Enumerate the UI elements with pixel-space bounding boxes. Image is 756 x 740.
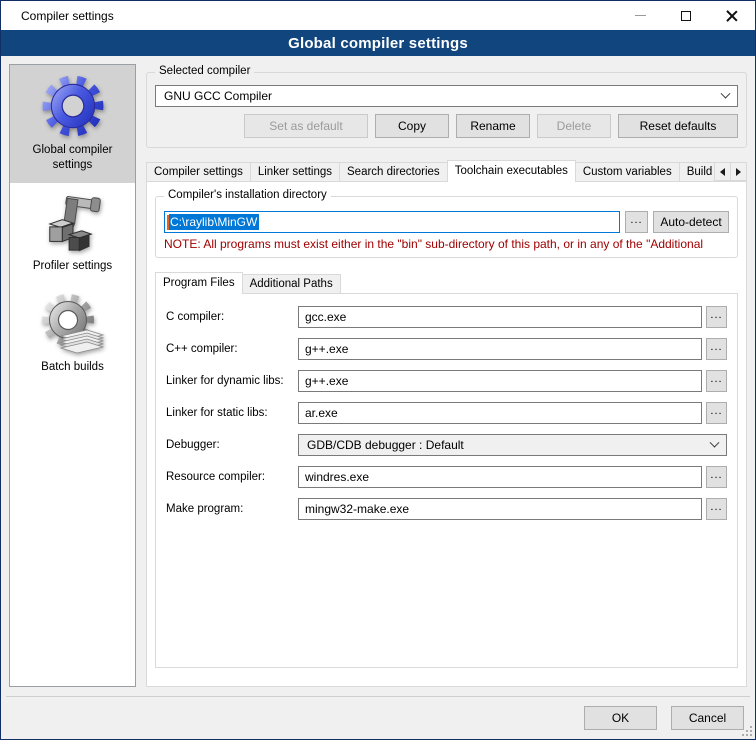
field-row-make-program: Make program: mingw32-make.exe ...	[166, 498, 727, 520]
chevron-down-icon	[721, 88, 731, 98]
close-button[interactable]	[709, 1, 755, 30]
debugger-label: Debugger:	[166, 439, 298, 451]
tab-toolchain-executables[interactable]: Toolchain executables	[447, 160, 576, 182]
field-row-c-compiler: C compiler: gcc.exe ...	[166, 306, 727, 328]
tab-linker-settings[interactable]: Linker settings	[250, 162, 340, 181]
subtab-program-files[interactable]: Program Files	[155, 272, 243, 294]
installation-directory-value: C:\raylib\MinGW	[169, 214, 259, 230]
banner-title: Global compiler settings	[288, 35, 468, 52]
window-controls	[617, 1, 755, 30]
auto-detect-button[interactable]: Auto-detect	[653, 211, 729, 233]
ok-button[interactable]: OK	[584, 706, 657, 730]
resource-compiler-label: Resource compiler:	[166, 471, 298, 483]
linker-static-label: Linker for static libs:	[166, 407, 298, 419]
linker-dynamic-label: Linker for dynamic libs:	[166, 375, 298, 387]
dialog-body: Global compiler settings	[1, 56, 755, 696]
arrow-left-icon	[720, 168, 725, 176]
linker-static-browse-button[interactable]: ...	[706, 402, 727, 424]
bin-subdirectory-note: NOTE: All programs must exist either in …	[164, 237, 729, 251]
field-row-linker-dynamic: Linker for dynamic libs: g++.exe ...	[166, 370, 727, 392]
linker-static-input[interactable]: ar.exe	[298, 402, 702, 424]
toolchain-executables-page: Compiler's installation directory C:\ray…	[146, 181, 747, 687]
linker-dynamic-browse-button[interactable]: ...	[706, 370, 727, 392]
selected-compiler-value: GNU GCC Compiler	[164, 89, 722, 103]
dialog-banner: Global compiler settings	[1, 30, 755, 56]
debugger-dropdown[interactable]: GDB/CDB debugger : Default	[298, 434, 727, 456]
installation-directory-group: Compiler's installation directory C:\ray…	[155, 196, 738, 258]
sidebar-item-batch-builds[interactable]: Batch builds	[10, 284, 135, 385]
resource-compiler-input[interactable]: windres.exe	[298, 466, 702, 488]
installation-directory-group-label: Compiler's installation directory	[164, 189, 331, 201]
close-icon	[726, 10, 738, 22]
debugger-value: GDB/CDB debugger : Default	[307, 438, 711, 452]
linker-dynamic-input[interactable]: g++.exe	[298, 370, 702, 392]
selected-compiler-dropdown[interactable]: GNU GCC Compiler	[155, 85, 738, 107]
field-row-debugger: Debugger: GDB/CDB debugger : Default	[166, 434, 727, 456]
cpp-compiler-input[interactable]: g++.exe	[298, 338, 702, 360]
resource-compiler-browse-button[interactable]: ...	[706, 466, 727, 488]
make-program-label: Make program:	[166, 503, 298, 515]
chevron-down-icon	[710, 437, 720, 447]
cpp-compiler-browse-button[interactable]: ...	[706, 338, 727, 360]
set-as-default-button[interactable]: Set as default	[244, 114, 368, 138]
program-files-tab-strip: Program Files Additional Paths	[155, 272, 738, 293]
window-title: Compiler settings	[21, 9, 114, 23]
selected-compiler-group: Selected compiler GNU GCC Compiler Set a…	[146, 72, 747, 148]
field-row-cpp-compiler: C++ compiler: g++.exe ...	[166, 338, 727, 360]
reset-defaults-button[interactable]: Reset defaults	[618, 114, 738, 138]
compiler-button-row: Set as default Copy Rename Delete Reset …	[155, 114, 738, 138]
subtab-additional-paths[interactable]: Additional Paths	[242, 274, 341, 293]
minimize-icon	[635, 15, 646, 16]
c-compiler-browse-button[interactable]: ...	[706, 306, 727, 328]
installation-directory-input[interactable]: C:\raylib\MinGW	[164, 211, 620, 233]
main-panel: Selected compiler GNU GCC Compiler Set a…	[146, 64, 747, 687]
make-program-browse-button[interactable]: ...	[706, 498, 727, 520]
rename-button[interactable]: Rename	[456, 114, 530, 138]
delete-button[interactable]: Delete	[537, 114, 611, 138]
compiler-settings-dialog: Compiler settings Global compiler settin…	[0, 0, 756, 740]
sidebar-item-label: Global compiler settings	[13, 143, 132, 173]
titlebar[interactable]: Compiler settings	[1, 1, 755, 30]
dialog-footer: OK Cancel	[1, 697, 755, 739]
gray-gear-stack-icon	[41, 292, 105, 356]
sidebar-item-label: Profiler settings	[33, 259, 112, 274]
tab-compiler-settings[interactable]: Compiler settings	[146, 162, 251, 181]
tab-scroll-left-button[interactable]	[714, 162, 731, 181]
arrow-right-icon	[736, 168, 741, 176]
tab-scroll-right-button[interactable]	[730, 162, 747, 181]
settings-category-list: Global compiler settings	[9, 64, 136, 687]
resize-grip[interactable]	[741, 725, 753, 737]
tab-search-directories[interactable]: Search directories	[339, 162, 448, 181]
program-files-page: C compiler: gcc.exe ... C++ compiler: g+…	[155, 293, 738, 668]
sidebar-item-label: Batch builds	[41, 360, 104, 375]
field-row-resource-compiler: Resource compiler: windres.exe ...	[166, 466, 727, 488]
maximize-button[interactable]	[663, 1, 709, 30]
minimize-button[interactable]	[617, 1, 663, 30]
maximize-icon	[681, 11, 691, 21]
blue-gear-icon	[40, 73, 106, 139]
installation-directory-browse-button[interactable]: ...	[625, 211, 648, 233]
caliper-icon	[42, 191, 104, 255]
cancel-button[interactable]: Cancel	[671, 706, 744, 730]
c-compiler-input[interactable]: gcc.exe	[298, 306, 702, 328]
make-program-input[interactable]: mingw32-make.exe	[298, 498, 702, 520]
c-compiler-label: C compiler:	[166, 311, 298, 323]
sidebar-item-profiler-settings[interactable]: Profiler settings	[10, 183, 135, 284]
cpp-compiler-label: C++ compiler:	[166, 343, 298, 355]
sidebar-item-global-compiler-settings[interactable]: Global compiler settings	[10, 65, 135, 183]
tab-build-options[interactable]: Build options	[679, 162, 716, 181]
tab-scroll-buttons	[715, 162, 747, 181]
installation-directory-row: C:\raylib\MinGW ... Auto-detect	[164, 211, 729, 233]
field-row-linker-static: Linker for static libs: ar.exe ...	[166, 402, 727, 424]
selected-compiler-group-label: Selected compiler	[155, 65, 254, 77]
tab-custom-variables[interactable]: Custom variables	[575, 162, 680, 181]
settings-tab-strip: Compiler settings Linker settings Search…	[146, 160, 747, 181]
copy-button[interactable]: Copy	[375, 114, 449, 138]
